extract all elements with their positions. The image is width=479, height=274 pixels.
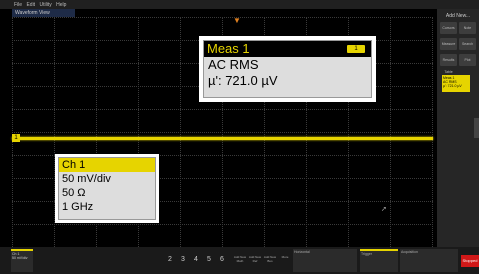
channel1-bandwidth: 1 GHz [62,201,94,213]
menu-bar: File Edit Utility Help [0,0,479,9]
measurement-type: AC RMS [208,57,259,72]
add-new-label: Add New... [445,13,471,19]
add-ref-button[interactable]: Add New Ref [248,255,262,269]
menu-file[interactable]: File [14,2,22,8]
channel1-title: Ch 1 [59,158,155,172]
menu-help[interactable]: Help [56,2,66,8]
horizontal-label: Horizontal [294,250,310,254]
grid-line [12,17,13,247]
acquisition-settings-badge[interactable]: Acquisition [400,249,458,272]
add-bus-button[interactable]: Add New Bus [263,255,277,269]
results-meas1-badge[interactable]: Meas 1 AC RMS µ': 721.0 µV [442,75,470,92]
channel1-settings-scale: 50 mV/div [12,256,28,260]
grid-line [390,17,391,247]
channel6-button[interactable]: 6 [220,256,224,263]
channel1-scale: 50 mV/div [62,173,111,185]
channel4-button[interactable]: 4 [194,256,198,263]
results-scroll-handle[interactable] [474,118,479,138]
channel1-offset-marker[interactable]: 1 [12,134,20,142]
add-math-button[interactable]: Add New Math [233,255,247,269]
trigger-label: Trigger [361,252,372,256]
plot-button[interactable]: Plot [459,54,476,66]
acquisition-label: Acquisition [401,250,418,254]
mouse-pointer-icon: ➚ [381,206,387,213]
channel1-settings-badge[interactable]: Ch 1 50 mV/div [11,249,33,272]
menu-utility[interactable]: Utility [39,2,51,8]
measurement-title: Meas 1 [207,41,250,56]
channel1-waveform-trace [12,137,433,140]
trigger-settings-badge[interactable]: Trigger [360,249,398,272]
results-meas1-value: µ': 721.0 µV [443,84,462,88]
run-stop-button[interactable]: Stopped [461,255,479,267]
measurement-badge-body: Meas 1 1 AC RMS µ': 721.0 µV [203,40,372,98]
channel5-button[interactable]: 5 [207,256,211,263]
channel3-button[interactable]: 3 [181,256,185,263]
settings-bar: Ch 1 50 mV/div 2 3 4 5 6 Add New Math Ad… [0,247,479,274]
measurement-badge-header: Meas 1 1 [204,41,371,57]
waveform-view-tab[interactable]: Waveform View [12,9,75,17]
horizontal-settings-badge[interactable]: Horizontal [293,249,357,272]
measure-button[interactable]: Measure [440,38,457,50]
measurement-badge[interactable]: Meas 1 1 AC RMS µ': 721.0 µV [199,36,376,102]
measurement-number-badge: 1 [347,45,365,53]
channel1-badge[interactable]: Ch 1 50 mV/div 50 Ω 1 GHz [55,154,159,223]
cursors-button[interactable]: Cursors [440,22,457,34]
menu-edit[interactable]: Edit [26,2,35,8]
grid-line [180,17,181,247]
search-button[interactable]: Search [459,38,476,50]
more-button[interactable]: More [278,255,292,269]
note-button[interactable]: Note [459,22,476,34]
measurement-value: µ': 721.0 µV [208,73,278,88]
trigger-position-icon[interactable]: ▼ [233,17,241,25]
channel1-termination: 50 Ω [62,187,86,199]
results-table-button[interactable]: Results Table [440,54,457,74]
channel2-button[interactable]: 2 [168,256,172,263]
grid-line [432,17,433,247]
results-bar: Add New... Cursors Note Measure Search R… [437,9,479,247]
channel1-badge-body: Ch 1 50 mV/div 50 Ω 1 GHz [58,157,156,220]
